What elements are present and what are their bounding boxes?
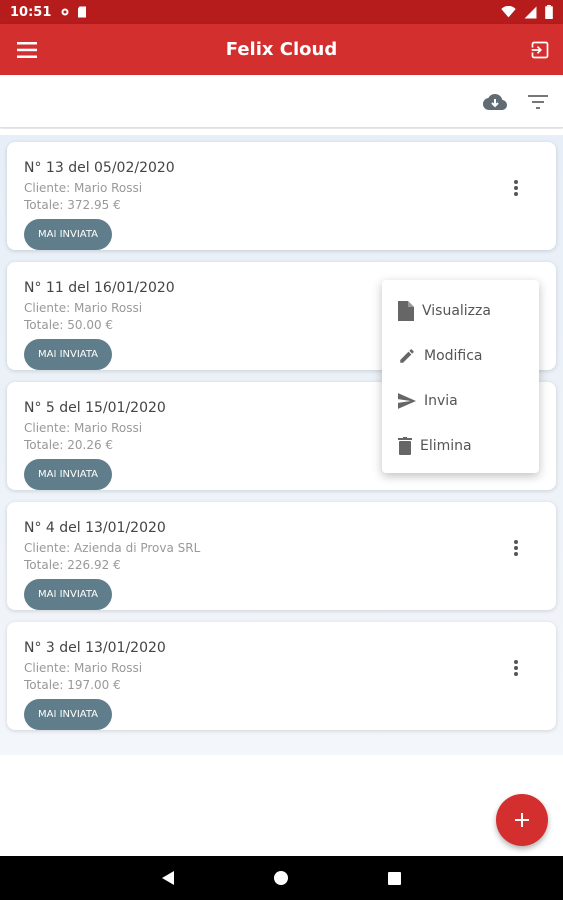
invoice-total: Totale: 50.00 € (24, 318, 114, 332)
more-vert-icon (514, 660, 518, 676)
menu-item-label: Elimina (420, 437, 472, 454)
sd-card-icon (78, 6, 87, 18)
invoice-client: Cliente: Mario Rossi (24, 661, 143, 675)
invoice-total: Totale: 372.95 € (24, 198, 121, 212)
more-vert-icon (514, 180, 518, 196)
status-badge: MAI INVIATA (24, 339, 112, 370)
invoice-heading: N° 5 del 15/01/2020 (24, 400, 166, 416)
battery-icon (545, 5, 553, 19)
status-bar: 10:51 (0, 0, 563, 24)
menu-item-invia[interactable]: Invia (382, 378, 539, 423)
send-icon (398, 392, 416, 409)
list-toolbar (0, 75, 563, 128)
status-badge: MAI INVIATA (24, 699, 112, 730)
invoice-heading: N° 13 del 05/02/2020 (24, 160, 175, 176)
menu-item-modifica[interactable]: Modifica (382, 333, 539, 378)
invoice-total: Totale: 226.92 € (24, 558, 121, 572)
wifi-icon (501, 6, 516, 18)
logout-icon (530, 41, 549, 59)
menu-item-elimina[interactable]: Elimina (382, 423, 539, 468)
status-badge: MAI INVIATA (24, 579, 112, 610)
more-options-button[interactable] (504, 656, 528, 680)
invoice-total: Totale: 197.00 € (24, 678, 121, 692)
invoice-heading: N° 11 del 16/01/2020 (24, 280, 175, 296)
add-invoice-button[interactable] (496, 794, 548, 846)
system-nav-bar (0, 856, 563, 900)
status-time: 10:51 (10, 4, 52, 20)
invoice-card[interactable]: N° 3 del 13/01/2020 Cliente: Mario Rossi… (7, 622, 556, 730)
context-menu: Visualizza Modifica Invia Elimina (382, 280, 539, 473)
invoice-heading: N° 3 del 13/01/2020 (24, 640, 166, 656)
cloud-download-icon (483, 94, 507, 110)
invoice-client: Cliente: Mario Rossi (24, 421, 143, 435)
hamburger-menu-icon (17, 42, 37, 58)
invoice-heading: N° 4 del 13/01/2020 (24, 520, 166, 536)
home-icon[interactable] (274, 871, 288, 885)
signal-icon (524, 6, 537, 18)
invoice-total: Totale: 20.26 € (24, 438, 114, 452)
invoice-client: Cliente: Mario Rossi (24, 181, 143, 195)
invoice-client: Cliente: Azienda di Prova SRL (24, 541, 201, 555)
settings-icon (61, 8, 69, 16)
more-options-button[interactable] (504, 176, 528, 200)
invoice-card[interactable]: N° 4 del 13/01/2020 Cliente: Azienda di … (7, 502, 556, 610)
menu-item-label: Modifica (424, 347, 483, 364)
pencil-icon (400, 348, 414, 363)
cloud-download-button[interactable] (482, 89, 508, 115)
menu-item-visualizza[interactable]: Visualizza (382, 288, 539, 333)
menu-item-label: Visualizza (422, 302, 491, 319)
status-badge: MAI INVIATA (24, 219, 112, 250)
more-vert-icon (514, 540, 518, 556)
menu-button[interactable] (14, 37, 40, 63)
filter-icon (528, 95, 548, 109)
invoice-client: Cliente: Mario Rossi (24, 301, 143, 315)
menu-item-label: Invia (424, 392, 458, 409)
trash-icon (398, 436, 412, 455)
back-icon[interactable] (162, 871, 174, 885)
invoice-card[interactable]: N° 13 del 05/02/2020 Cliente: Mario Ross… (7, 142, 556, 250)
filter-button[interactable] (525, 89, 551, 115)
document-icon (398, 300, 414, 321)
recents-icon[interactable] (388, 871, 401, 885)
invoice-list: N° 13 del 05/02/2020 Cliente: Mario Ross… (0, 129, 563, 856)
app-bar: Felix Cloud (0, 24, 563, 75)
plus-icon (515, 813, 529, 827)
logout-button[interactable] (527, 37, 553, 63)
more-options-button[interactable] (504, 536, 528, 560)
app-title: Felix Cloud (225, 39, 338, 60)
status-badge: MAI INVIATA (24, 459, 112, 490)
